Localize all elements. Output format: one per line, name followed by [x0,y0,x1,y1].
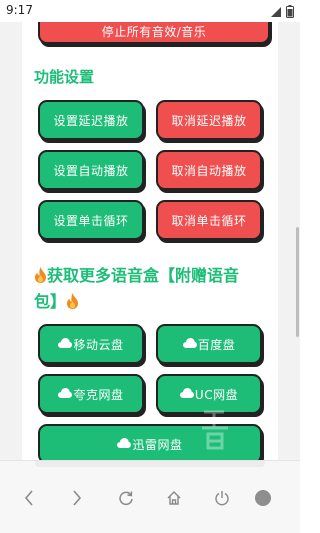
function-settings-title: 功能设置 [34,68,95,86]
forward-button[interactable] [62,483,92,513]
set-auto-play-button[interactable]: 设置自动播放 [38,150,144,190]
forward-icon [73,490,82,506]
content-area[interactable]: 停止所有音效/音乐 功能设置 设置延迟播放 取消延迟播放 设置自动播放 取消自动… [0,22,300,460]
fire-icon [34,266,47,290]
cloud-icon [58,337,73,351]
cloud-icon [179,387,194,401]
baidu-disk-label: 百度盘 [197,337,236,352]
cancel-auto-play-button[interactable]: 取消自动播放 [156,150,262,190]
set-click-loop-button[interactable]: 设置单击循环 [38,200,144,240]
battery-icon [286,5,294,18]
fire-icon [66,292,79,316]
home-button[interactable] [159,483,189,513]
set-click-loop-label: 设置单击循环 [53,213,129,228]
stop-all-sounds-label: 停止所有音效/音乐 [101,24,207,39]
power-icon [215,491,229,506]
baidu-disk-button[interactable]: 百度盘 [156,324,262,364]
home-icon [167,491,181,505]
more-voice-packs-title-line2: 包】 [34,292,67,311]
mobile-cloud-label: 移动云盘 [73,337,124,352]
bottom-panel-edge [35,461,265,467]
cloud-icon [182,337,197,351]
cloud-icon [58,387,73,401]
xunlei-disk-label: 迅雷网盘 [132,437,183,452]
browser-bottom-bar [0,460,300,533]
power-button[interactable] [207,483,237,513]
back-icon [24,490,33,506]
refresh-button[interactable] [111,483,141,513]
cancel-auto-play-label: 取消自动播放 [171,163,247,178]
stop-all-sounds-button[interactable]: 停止所有音效/音乐 [38,22,270,44]
cancel-click-loop-label: 取消单击循环 [171,213,247,228]
more-voice-packs-title: 获取更多语音盒【附赠语音 包】 [34,264,266,316]
menu-button[interactable] [248,483,278,513]
status-time: 9:17 [6,3,33,17]
menu-dot-icon [255,490,271,506]
cloud-icon [117,437,132,451]
cancel-delay-play-label: 取消延迟播放 [171,113,247,128]
watermark-logo [202,410,228,450]
status-icons [270,5,294,18]
signal-icon [271,6,281,17]
quark-disk-label: 夸克网盘 [73,387,124,402]
scrollbar[interactable] [296,227,299,337]
refresh-icon [119,491,133,506]
uc-disk-label: UC网盘 [194,387,239,402]
quark-disk-button[interactable]: 夸克网盘 [38,374,144,414]
cancel-delay-play-button[interactable]: 取消延迟播放 [156,100,262,140]
set-delay-play-label: 设置延迟播放 [53,113,129,128]
status-bar: 9:17 [0,0,300,22]
mobile-cloud-button[interactable]: 移动云盘 [38,324,144,364]
back-button[interactable] [14,483,44,513]
cancel-click-loop-button[interactable]: 取消单击循环 [156,200,262,240]
set-auto-play-label: 设置自动播放 [53,163,129,178]
more-voice-packs-title-line1: 获取更多语音盒【附赠语音 [47,266,240,285]
set-delay-play-button[interactable]: 设置延迟播放 [38,100,144,140]
